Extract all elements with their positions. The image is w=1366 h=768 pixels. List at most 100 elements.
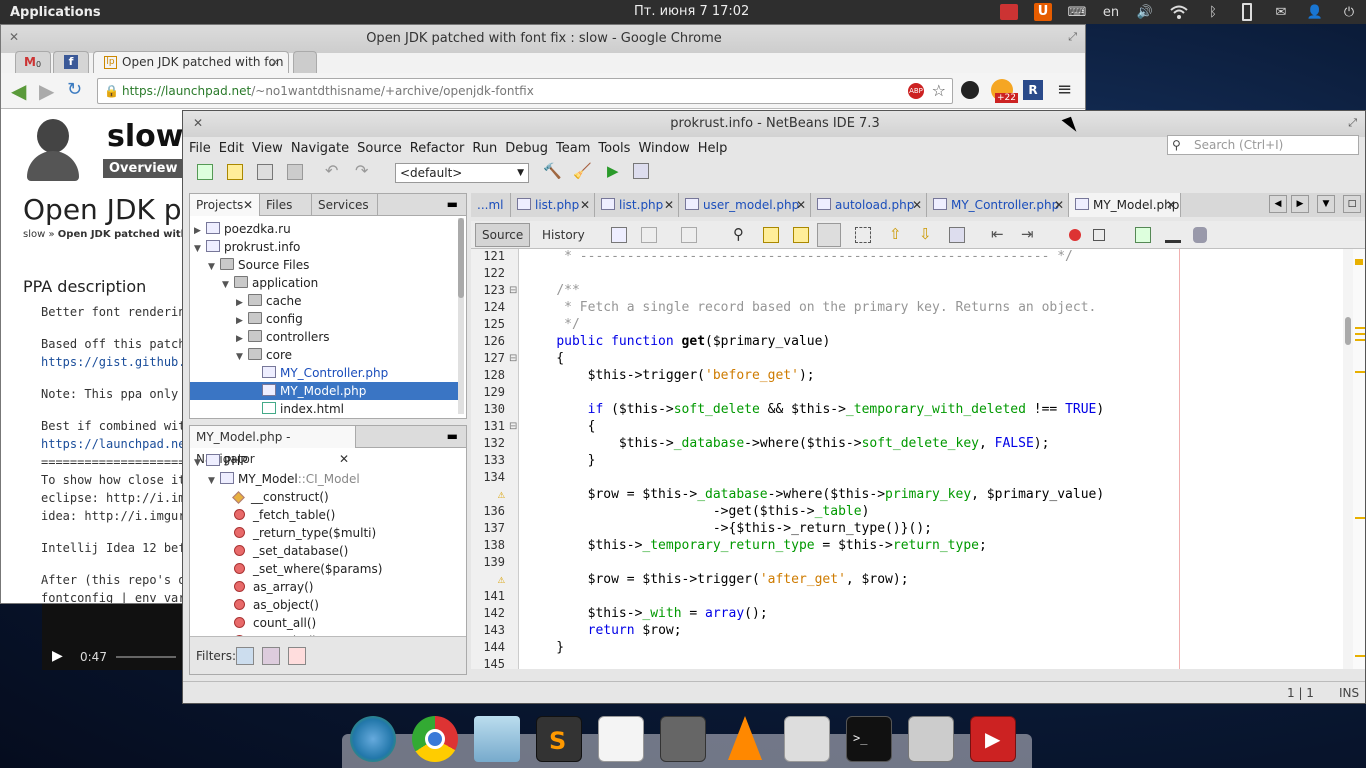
collapse-icon[interactable]: ▼ — [236, 348, 248, 366]
close-icon[interactable]: ✕ — [912, 193, 922, 217]
fold-icon[interactable]: ⊟ — [509, 421, 517, 432]
warning-icon[interactable]: ⚠ — [498, 487, 505, 501]
minimize-icon[interactable]: ▬ — [447, 429, 458, 443]
menu-file[interactable]: File — [189, 141, 211, 156]
code-line[interactable]: * --------------------------------------… — [525, 249, 1073, 264]
chrome-close-icon[interactable]: ✕ — [9, 30, 19, 44]
ppa-link[interactable]: https://gist.github. — [41, 355, 186, 369]
find-next-icon[interactable] — [793, 227, 809, 243]
chrome-maximize-icon[interactable]: ⤢ — [1068, 30, 1077, 44]
menu-navigate[interactable]: Navigate — [291, 141, 349, 156]
tree-item[interactable]: ▼ prokrust.info — [194, 238, 300, 256]
save-all-icon[interactable] — [287, 164, 303, 180]
toggle-bookmark-icon[interactable] — [949, 227, 965, 243]
navigator-item[interactable]: ▼ PHP — [194, 452, 248, 470]
find-icon[interactable]: ⚲ — [733, 225, 744, 243]
code-line[interactable]: $this->_database->where($this->soft_dele… — [525, 436, 1050, 451]
rss-extension-icon[interactable]: R — [1023, 80, 1043, 100]
tab-prev-icon[interactable]: ◀ — [1269, 195, 1287, 213]
code-line[interactable]: public function get($primary_value) — [525, 334, 830, 349]
overview-tab[interactable]: Overview — [103, 159, 184, 178]
code-line[interactable]: * Fetch a single record based on the pri… — [525, 300, 1096, 315]
clean-build-icon[interactable]: 🧹 — [573, 162, 592, 180]
navigator-item[interactable]: as_object() — [222, 596, 319, 614]
prev-bookmark-icon[interactable]: ⇧ — [889, 225, 902, 243]
text-editor-icon[interactable] — [598, 716, 644, 762]
update-manager-icon[interactable] — [908, 716, 954, 762]
close-icon[interactable]: ✕ — [664, 193, 674, 217]
code-line[interactable]: } — [525, 453, 596, 468]
tree-item[interactable]: ▼ Source Files — [208, 256, 309, 274]
vlc-icon[interactable] — [722, 716, 768, 762]
virtualbox-icon[interactable] — [474, 716, 520, 762]
collapse-icon[interactable]: ▼ — [194, 454, 206, 472]
battery-icon[interactable] — [1230, 0, 1264, 24]
url-input[interactable]: 🔒 https://launchpad.net/~no1wantdthisnam… — [97, 78, 953, 104]
code-line[interactable]: { — [525, 351, 564, 366]
tree-item[interactable]: ▼ application — [222, 274, 318, 292]
tree-item[interactable]: MY_Controller.php — [250, 364, 388, 382]
new-project-icon[interactable] — [227, 164, 243, 180]
editor-tab[interactable]: MY_Controller.php ✕ — [927, 193, 1069, 217]
collapse-icon[interactable]: ▼ — [208, 258, 220, 276]
chrome-titlebar[interactable]: Open JDK patched with font fix : slow - … — [1, 25, 1085, 53]
editor-tab[interactable]: MY_Model.php ✕ — [1069, 193, 1181, 217]
last-edit-icon[interactable] — [611, 227, 627, 243]
forward-history-icon[interactable] — [681, 227, 697, 243]
vertical-scrollbar[interactable] — [458, 218, 464, 414]
maximize-editor-icon[interactable]: □ — [1343, 195, 1361, 213]
adblock-icon[interactable]: ABP — [908, 83, 924, 99]
code-line[interactable]: return $row; — [525, 623, 682, 638]
run-icon[interactable]: ▶ — [607, 162, 619, 180]
tree-item[interactable]: index.html — [250, 400, 344, 418]
back-icon[interactable]: ◀ — [11, 79, 26, 103]
back-history-icon[interactable] — [641, 227, 657, 243]
menu-refactor[interactable]: Refactor — [410, 141, 465, 156]
error-stripe[interactable] — [1353, 249, 1365, 669]
code-editor[interactable]: 121 122 123 ⊟ 124 125 126 127 ⊟ 128 129 130 131 ⊟ 132 1… — [471, 249, 1343, 669]
menu-tools[interactable]: Tools — [598, 141, 630, 156]
navigator-item[interactable]: as_array() — [222, 578, 313, 596]
tab-projects[interactable]: Projects ✕ — [190, 194, 260, 216]
editor-vertical-scrollbar[interactable] — [1343, 249, 1353, 669]
navigator-item[interactable]: ▼ MY_Model::CI_Model — [208, 470, 360, 488]
tasks-icon[interactable] — [1165, 227, 1181, 243]
keyboard-icon[interactable]: ⌨ — [1060, 0, 1094, 24]
netbeans-close-icon[interactable]: ✕ — [193, 116, 203, 130]
screenshot-tray-icon[interactable] — [992, 0, 1026, 24]
tree-item[interactable]: MY_Model.php — [190, 382, 460, 400]
navigator-item[interactable]: count_all() — [222, 614, 316, 632]
toggle-rect-select-icon[interactable] — [855, 227, 871, 243]
filter-fields-icon[interactable] — [236, 647, 254, 665]
editor-tab[interactable]: autoload.php ✕ — [811, 193, 927, 217]
menu-help[interactable]: Help — [698, 141, 728, 156]
dock-app-icon[interactable] — [350, 716, 396, 762]
close-icon[interactable]: ✕ — [243, 194, 253, 216]
reload-icon[interactable]: ↻ — [67, 79, 82, 100]
source-button[interactable]: Source — [475, 223, 531, 247]
clock[interactable]: Пт. июня 7 17:02 — [634, 4, 749, 19]
calculator-icon[interactable] — [660, 716, 706, 762]
tab-files[interactable]: Files — [260, 194, 312, 216]
home-folder-icon[interactable] — [784, 716, 830, 762]
menu-edit[interactable]: Edit — [219, 141, 244, 156]
netbeans-maximize-icon[interactable]: ⤢ — [1348, 116, 1357, 130]
code-line[interactable]: $this->trigger('before_get'); — [525, 368, 815, 383]
tree-item[interactable]: ▶ config — [236, 310, 303, 328]
navigator-item[interactable]: _set_database() — [222, 542, 348, 560]
editor-tab[interactable]: list.php ✕ — [595, 193, 679, 217]
chrome-icon[interactable] — [412, 716, 458, 762]
site-title[interactable]: slow — [107, 119, 183, 154]
menu-debug[interactable]: Debug — [505, 141, 548, 156]
avatar[interactable] — [25, 119, 81, 181]
tab-launchpad[interactable]: lp Open JDK patched with fon × — [93, 51, 289, 73]
menu-run[interactable]: Run — [472, 141, 497, 156]
mail-icon[interactable]: ✉ — [1264, 0, 1298, 24]
bluetooth-icon[interactable]: ᛒ — [1196, 0, 1230, 24]
tab-facebook[interactable]: f — [53, 51, 89, 73]
sublime-text-icon[interactable]: S — [536, 716, 582, 762]
terminal-icon[interactable]: >_ — [846, 716, 892, 762]
line-number-gutter[interactable]: 121 122 123 ⊟ 124 125 126 127 ⊟ 128 129 130 131 ⊟ 132 1… — [471, 249, 519, 669]
tree-item[interactable]: ▶ poezdka.ru — [194, 220, 291, 238]
code-line[interactable]: $row = $this->_database->where($this->pr… — [525, 487, 1105, 502]
